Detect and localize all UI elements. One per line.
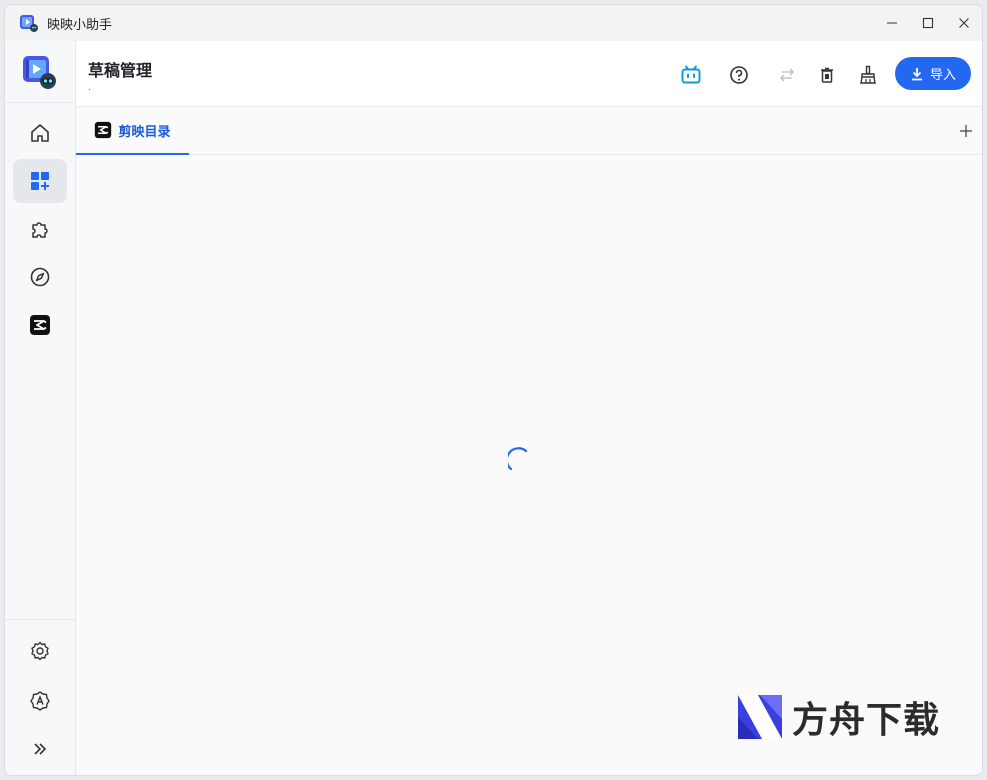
help-button[interactable] xyxy=(725,61,753,89)
expand-icon xyxy=(34,743,47,755)
watermark-text: 方舟下载 xyxy=(792,700,941,741)
app-window: 映映小助手 草稿管理 . 导入 剪映目录 方舟下载 xyxy=(4,4,983,776)
delete-button[interactable] xyxy=(813,61,841,89)
watermark: 方舟下载 xyxy=(736,691,940,743)
sidebar-item-home[interactable] xyxy=(13,111,67,155)
page-title: 草稿管理 xyxy=(88,61,153,80)
add-tab-button[interactable] xyxy=(956,121,976,141)
sidebar-divider xyxy=(5,619,76,620)
settings-icon xyxy=(31,641,49,661)
sidebar-item-drafts[interactable] xyxy=(13,159,67,203)
help-icon xyxy=(730,66,748,84)
bilibili-button[interactable] xyxy=(677,61,705,89)
sidebar-item-settings[interactable] xyxy=(13,629,67,673)
home-icon xyxy=(31,124,49,142)
bilibili-icon xyxy=(681,65,701,84)
download-icon xyxy=(911,67,922,80)
import-button[interactable]: 导入 xyxy=(895,57,971,90)
watermark-logo-icon xyxy=(738,695,782,739)
swap-button[interactable] xyxy=(773,61,801,89)
compass-icon xyxy=(30,267,50,287)
tab-label: 剪映目录 xyxy=(118,124,171,140)
app-logo-icon xyxy=(20,15,38,32)
minimize-button[interactable] xyxy=(874,5,910,41)
window-title: 映映小助手 xyxy=(47,17,113,33)
tab-capcut-directory[interactable]: 剪映目录 xyxy=(76,107,189,155)
plus-icon xyxy=(960,125,972,137)
sidebar-logo-icon xyxy=(23,56,56,89)
page-subtitle: . xyxy=(88,83,91,92)
close-icon xyxy=(959,18,969,28)
content-area: 方舟下载 xyxy=(76,155,982,775)
tab-bar: 剪映目录 xyxy=(76,107,982,155)
admin-settings-icon xyxy=(30,691,50,711)
title-bar: 映映小助手 xyxy=(5,5,982,41)
capcut-icon xyxy=(95,121,112,139)
import-button-label: 导入 xyxy=(929,68,956,83)
swap-icon xyxy=(780,68,794,82)
close-button[interactable] xyxy=(946,5,982,41)
dashboard-add-icon xyxy=(31,172,49,190)
trash-icon xyxy=(821,67,833,83)
minimize-icon xyxy=(887,22,897,24)
clean-button[interactable] xyxy=(854,61,882,89)
page-header: 草稿管理 . 导入 xyxy=(76,41,982,107)
broom-icon xyxy=(860,65,876,84)
sidebar-item-explore[interactable] xyxy=(13,255,67,299)
sidebar xyxy=(5,41,76,775)
sidebar-divider xyxy=(5,102,76,103)
maximize-button[interactable] xyxy=(910,5,946,41)
capcut-icon xyxy=(30,315,50,335)
sidebar-expand-button[interactable] xyxy=(13,727,67,771)
sidebar-item-plugins[interactable] xyxy=(13,207,67,251)
sidebar-item-admin[interactable] xyxy=(13,679,67,723)
sidebar-item-capcut[interactable] xyxy=(13,303,67,347)
maximize-icon xyxy=(922,17,934,29)
loading-spinner-icon xyxy=(508,447,528,471)
puzzle-icon xyxy=(32,222,48,238)
